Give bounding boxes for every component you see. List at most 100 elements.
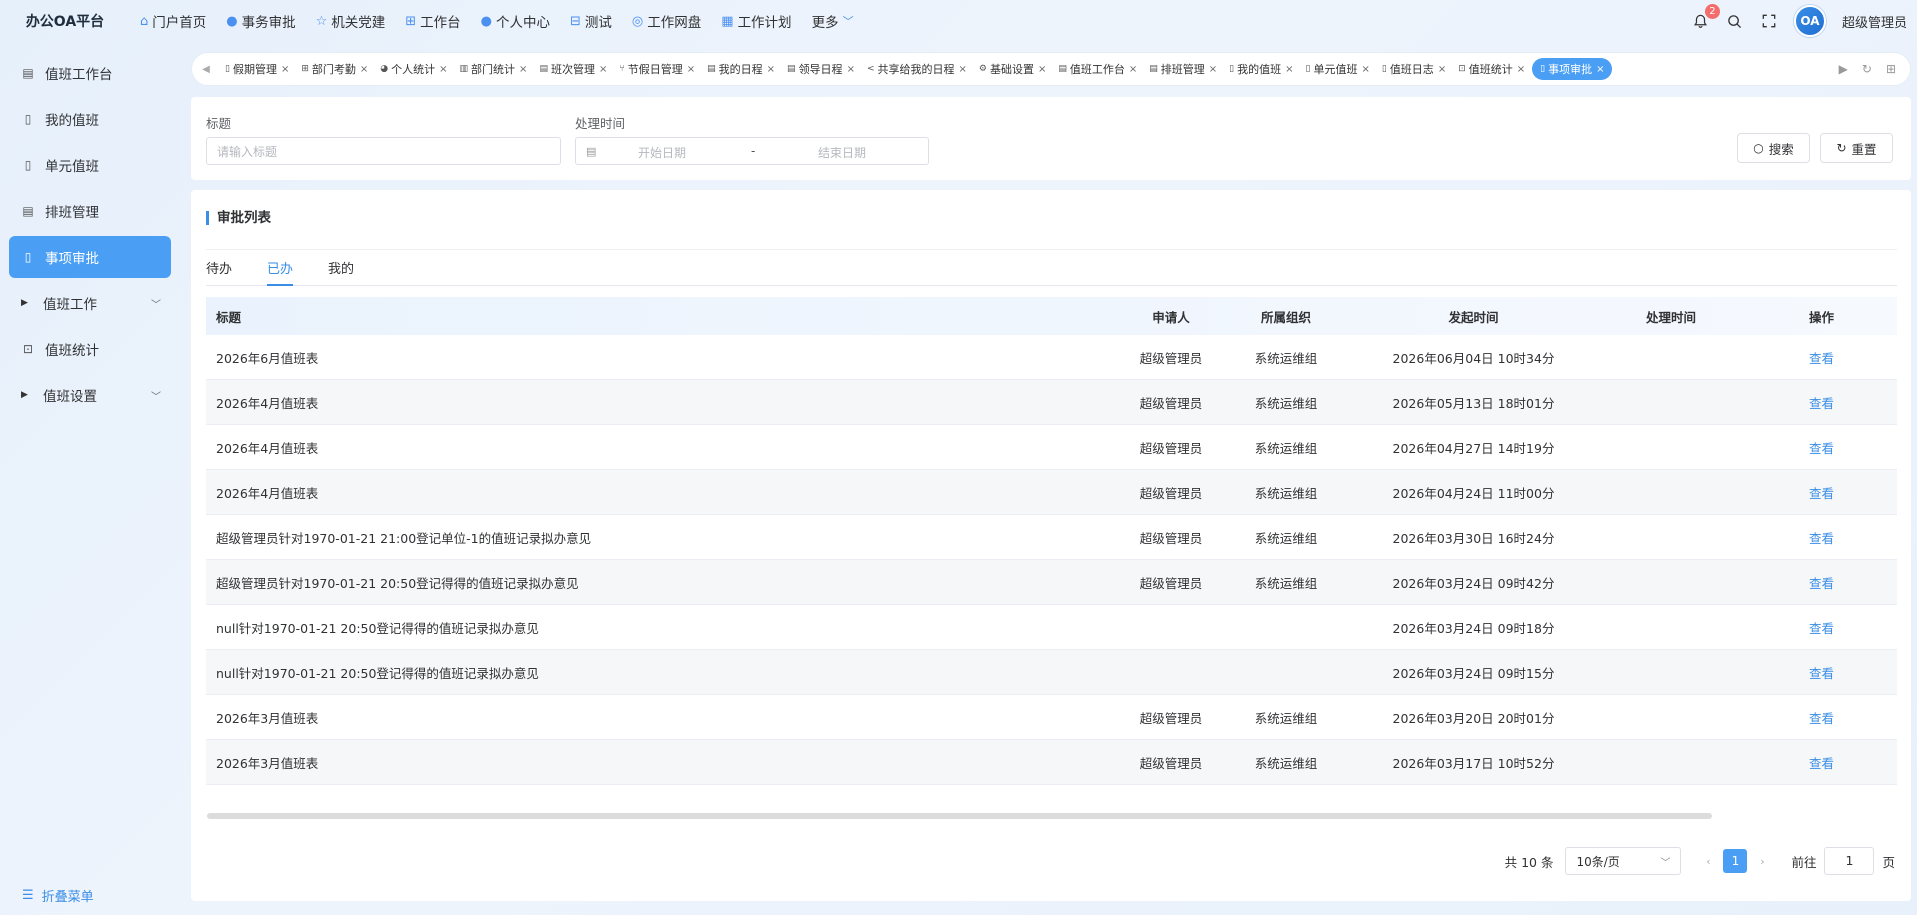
date-range-picker[interactable]: ▤ 开始日期 - 结束日期 (575, 137, 929, 165)
fullscreen-button[interactable] (1760, 12, 1778, 30)
tab-leader-schedule[interactable]: ▤ 领导日程 × (782, 58, 860, 80)
topnav-item-personal[interactable]: ● 个人中心 (471, 0, 560, 42)
notification-bell[interactable]: 2 (1692, 4, 1720, 30)
title-filter-placeholder: 请输入标题 (217, 144, 278, 159)
column-header-start-time: 发起时间 (1448, 309, 1499, 325)
close-icon[interactable]: × (599, 64, 607, 75)
close-icon[interactable]: × (1209, 64, 1217, 75)
sidebar-item-duty-work[interactable]: ▶ 值班工作 ﹀ (9, 282, 171, 324)
sidebar-item-unit-duty[interactable]: ▯ 单元值班 (9, 144, 171, 186)
sidebar-item-schedule[interactable]: ▤ 排班管理 (9, 190, 171, 232)
grid-menu-icon[interactable]: ⊞ (1886, 62, 1896, 76)
table-row: 超级管理员针对1970-01-21 21:00登记单位-1的值班记录拟办意见 超级… (206, 515, 1897, 560)
view-link[interactable]: 查看 (1809, 396, 1834, 411)
search-button[interactable]: ○ 搜索 (1737, 133, 1810, 163)
close-icon[interactable]: × (281, 64, 289, 75)
sidebar-item-my-duty[interactable]: ▯ 我的值班 (9, 98, 171, 140)
tab-shift[interactable]: ▤ 班次管理 × (534, 58, 612, 80)
tab-shared-schedule[interactable]: < 共享给我的日程 × (862, 58, 972, 80)
close-icon[interactable]: × (1038, 64, 1046, 75)
tab-personal-stats[interactable]: ◕ 个人统计 × (375, 58, 452, 80)
tab-mine[interactable]: 我的 (328, 258, 354, 286)
view-link[interactable]: 查看 (1809, 711, 1834, 726)
tab-done[interactable]: 已办 (267, 258, 294, 286)
sidebar-item-approval[interactable]: ▯ 事项审批 (9, 236, 171, 278)
close-icon[interactable]: × (1361, 64, 1369, 75)
topnav-item-workbench[interactable]: ⊞ 工作台 (395, 0, 470, 42)
topnav-item-party[interactable]: ☆ 机关党建 (306, 0, 396, 42)
tab-duty-workbench[interactable]: ▤ 值班工作台 × (1053, 58, 1142, 80)
close-icon[interactable]: × (360, 64, 368, 75)
branch-icon: ⑂ (619, 64, 625, 74)
close-icon[interactable]: × (959, 64, 967, 75)
topnav-item-test[interactable]: ⊟ 测试 (560, 0, 622, 42)
tab-dept-attendance[interactable]: ⊞ 部门考勤 × (296, 58, 373, 80)
tab-schedule[interactable]: ▤ 排班管理 × (1144, 58, 1222, 80)
sidebar-item-duty-workbench[interactable]: ▤ 值班工作台 (9, 52, 171, 94)
tab-approval[interactable]: ▯ 事项审批 × (1532, 58, 1613, 80)
close-icon[interactable]: × (1517, 64, 1525, 75)
horizontal-scrollbar[interactable] (207, 813, 1712, 819)
close-icon[interactable]: × (847, 64, 855, 75)
page-size-value: 10条/页 (1576, 854, 1620, 869)
tab-holiday[interactable]: ⑂ 节假日管理 × (614, 58, 700, 80)
page-size-select[interactable]: 10条/页 ﹀ (1565, 847, 1682, 875)
tabs-scroll-left[interactable]: ◀ (192, 64, 220, 75)
sidebar-item-duty-settings[interactable]: ▶ 值班设置 ﹀ (9, 374, 171, 416)
view-link[interactable]: 查看 (1809, 576, 1834, 591)
tab-my-duty[interactable]: ▯ 我的值班 × (1224, 58, 1298, 80)
close-icon[interactable]: × (687, 64, 695, 75)
collapse-menu-button[interactable]: ☰ 折叠菜单 (22, 886, 94, 905)
tab-dept-stats[interactable]: ▥ 部门统计 × (455, 58, 533, 80)
topnav-more[interactable]: 更多 ﹀ (802, 0, 864, 42)
avatar[interactable]: OA (1793, 5, 1826, 37)
page-number-current[interactable]: 1 (1723, 849, 1748, 873)
topnav-item-netdisk[interactable]: ◎ 工作网盘 (622, 0, 711, 42)
home-icon: ⌂ (140, 13, 149, 29)
tab-leave[interactable]: ▯ 假期管理 × (220, 58, 294, 80)
close-icon[interactable]: × (439, 64, 447, 75)
start-date-input[interactable]: 开始日期 (638, 144, 686, 161)
topnav-item-approval[interactable]: ● 事务审批 (216, 0, 305, 42)
topnav-item-plan[interactable]: ▦ 工作计划 (711, 0, 801, 42)
view-link[interactable]: 查看 (1809, 441, 1834, 456)
search-button[interactable] (1726, 12, 1744, 30)
title-filter-input[interactable]: 请输入标题 (206, 137, 561, 165)
tab-unit-duty[interactable]: ▯ 单元值班 × (1301, 58, 1375, 80)
collapse-menu-label: 折叠菜单 (41, 890, 94, 905)
next-page-button[interactable]: › (1747, 855, 1777, 868)
sidebar-item-duty-stats[interactable]: ⊡ 值班统计 (9, 328, 171, 370)
view-link[interactable]: 查看 (1809, 531, 1834, 546)
cell-title: 2026年4月值班表 (206, 483, 1121, 502)
cell-actions: 查看 (1746, 528, 1897, 547)
cell-org-text: 系统运维组 (1254, 440, 1318, 456)
cell-actions: 查看 (1746, 618, 1897, 637)
cell-org: 系统运维组 (1221, 483, 1351, 502)
close-icon[interactable]: × (767, 64, 775, 75)
topnav-label: 测试 (584, 15, 612, 31)
end-date-input[interactable]: 结束日期 (818, 144, 866, 161)
tab-my-schedule[interactable]: ▤ 我的日程 × (702, 58, 780, 80)
view-link[interactable]: 查看 (1809, 486, 1834, 501)
view-link[interactable]: 查看 (1809, 621, 1834, 636)
prev-page-button[interactable]: ‹ (1693, 855, 1723, 868)
goto-page-input[interactable]: 1 (1824, 847, 1875, 875)
close-icon[interactable]: × (519, 64, 527, 75)
view-link[interactable]: 查看 (1809, 351, 1834, 366)
view-link[interactable]: 查看 (1809, 756, 1834, 771)
reset-button[interactable]: ↻ 重置 (1820, 133, 1893, 163)
tab-duty-stats[interactable]: ⊡ 值班统计 × (1453, 58, 1530, 80)
close-icon[interactable]: × (1596, 64, 1604, 75)
cell-actions: 查看 (1746, 438, 1897, 457)
username[interactable]: 超级管理员 (1842, 12, 1907, 31)
close-icon[interactable]: × (1438, 64, 1446, 75)
close-icon[interactable]: × (1285, 64, 1293, 75)
refresh-icon[interactable]: ↻ (1862, 62, 1872, 76)
tab-duty-log[interactable]: ▯ 值班日志 × (1377, 58, 1451, 80)
topnav-item-portal[interactable]: ⌂ 门户首页 (130, 0, 216, 42)
view-link[interactable]: 查看 (1809, 666, 1834, 681)
close-icon[interactable]: × (1129, 64, 1137, 75)
tab-pending[interactable]: 待办 (206, 258, 232, 286)
caret-right-icon[interactable]: ▶ (1839, 62, 1848, 76)
tab-basic-settings[interactable]: ⚙ 基础设置 × (974, 58, 1051, 80)
